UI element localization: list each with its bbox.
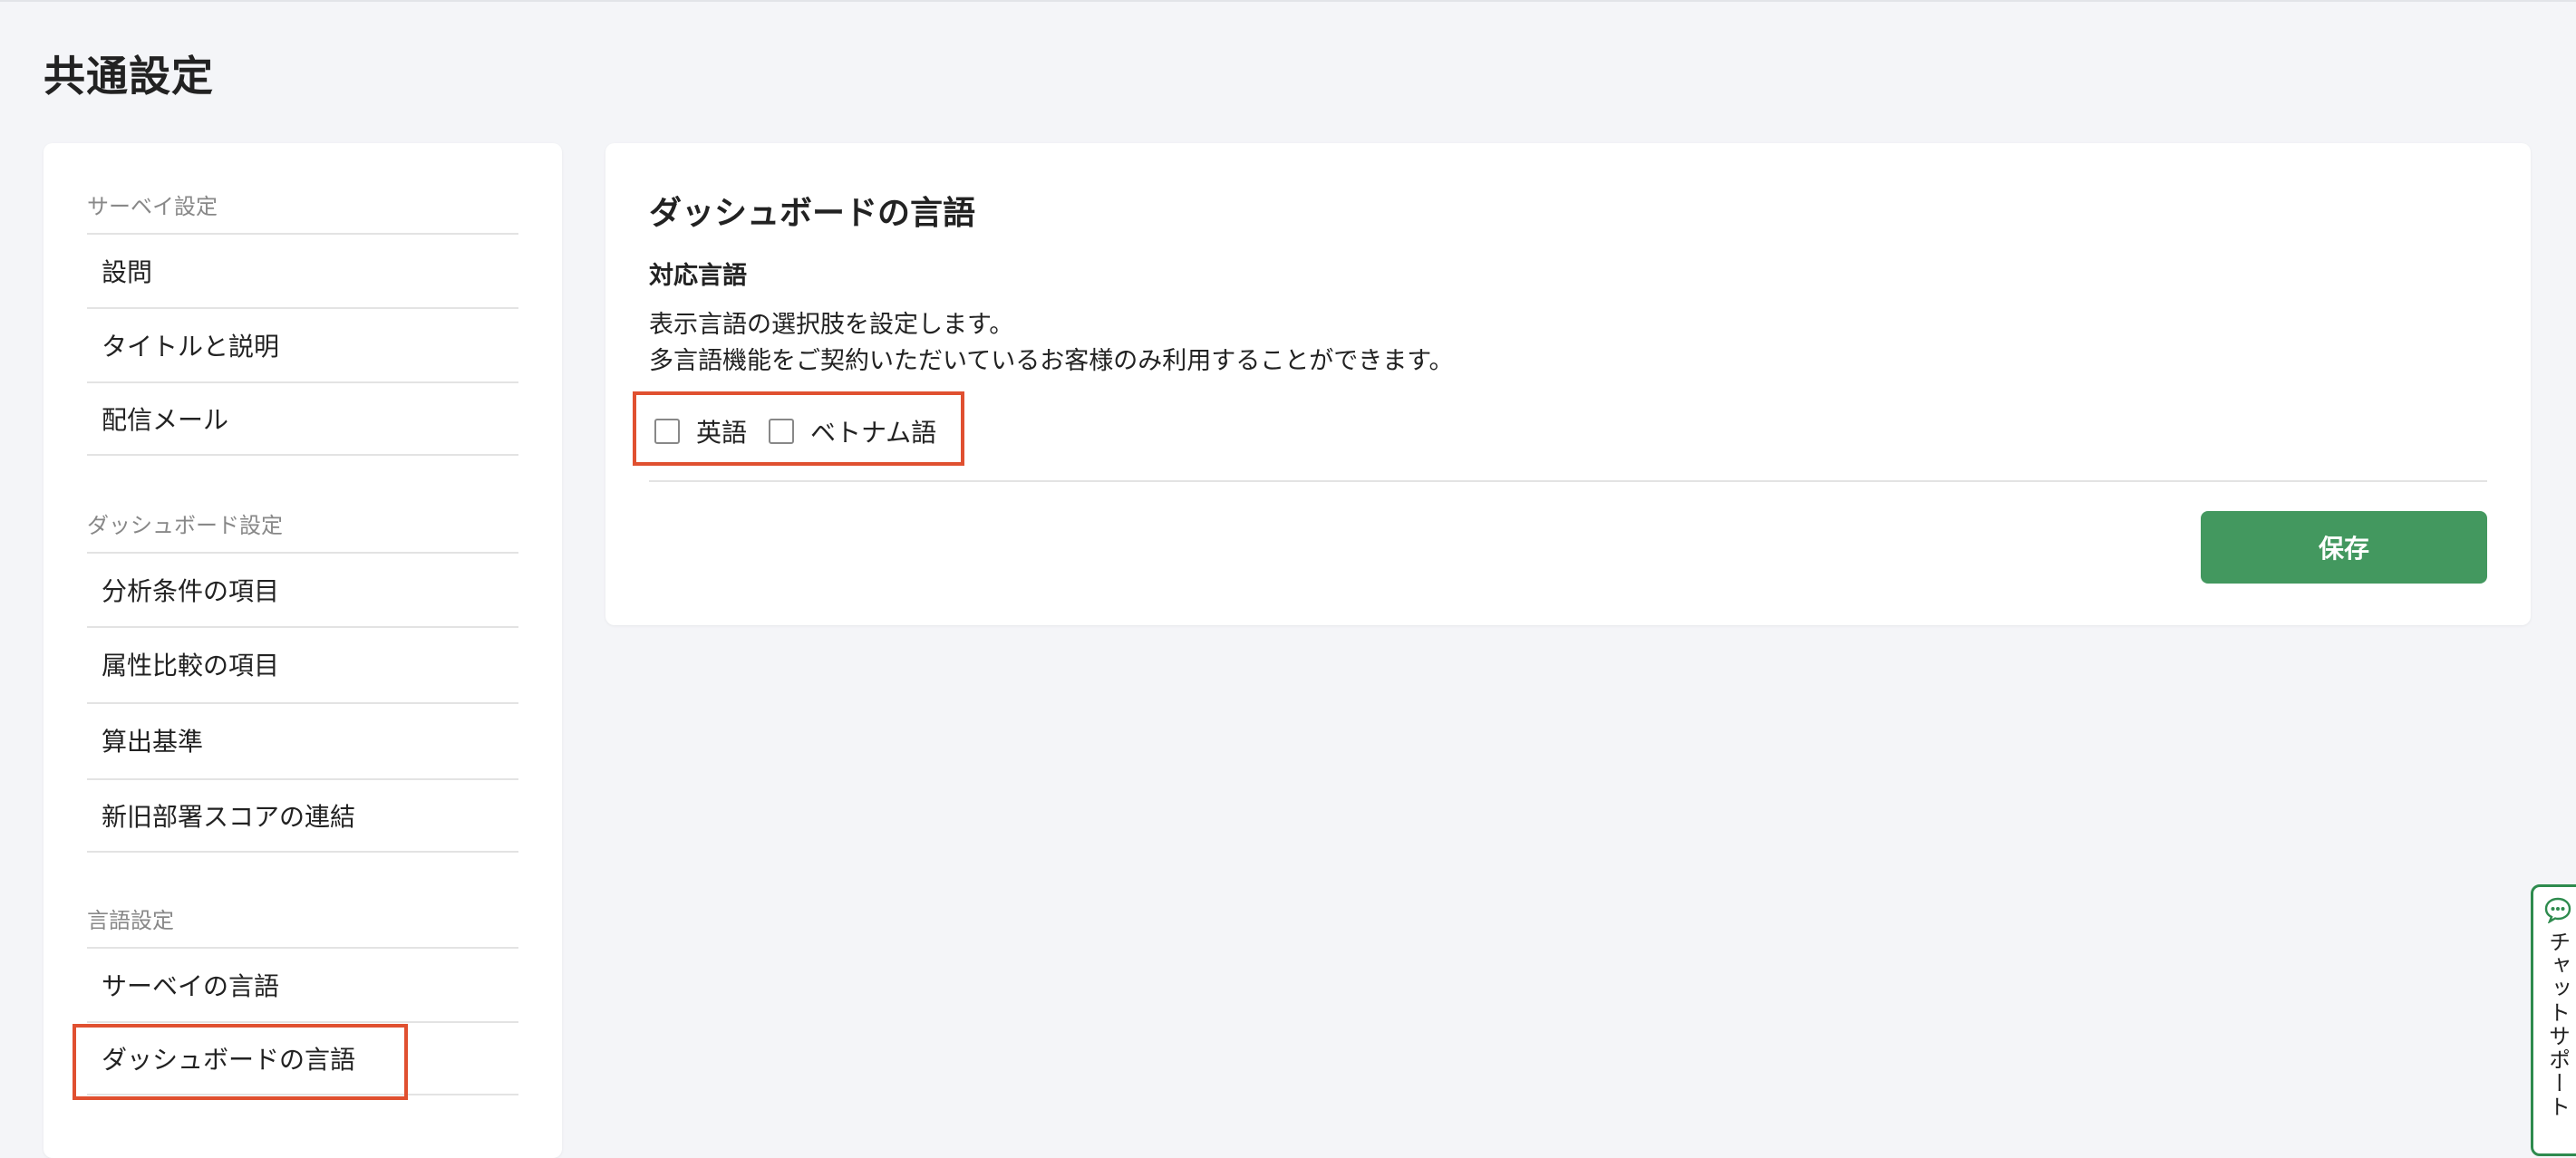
vietnamese-checkbox[interactable] <box>769 419 795 444</box>
vietnamese-label: ベトナム語 <box>810 418 937 448</box>
section-heading-dashboard: ダッシュボード設定 <box>87 513 283 538</box>
settings-sidebar: サーベイ設定 設問 タイトルと説明 配信メール ダッシュボード設定 分析条件の項… <box>44 143 562 1158</box>
dashboard-language-card: ダッシュボードの言語 対応言語 表示言語の選択肢を設定します。 多言語機能をご契… <box>605 143 2531 625</box>
chat-support-tab[interactable]: チャットサポート <box>2531 884 2576 1156</box>
description-line-2: 多言語機能をご契約いただいているお客様のみ利用することができます。 <box>649 347 1454 375</box>
sidebar-item-survey-language[interactable]: サーベイの言語 <box>87 947 518 1021</box>
divider <box>649 480 2487 482</box>
chat-support-label: チャットサポート <box>2544 931 2571 1119</box>
sidebar-item-questions[interactable]: 設問 <box>87 233 518 307</box>
sidebar-item-department-score-link[interactable]: 新旧部署スコアの連結 <box>87 778 518 853</box>
section-heading-survey: サーベイ設定 <box>87 194 218 219</box>
option-vietnamese[interactable]: ベトナム語 <box>769 413 936 449</box>
chat-bubble-icon <box>2544 897 2571 923</box>
top-border <box>0 0 2576 2</box>
supported-languages-label: 対応言語 <box>649 262 747 290</box>
sidebar-item-delivery-mail[interactable]: 配信メール <box>87 381 518 456</box>
description-line-1: 表示言語の選択肢を設定します。 <box>649 311 1014 339</box>
english-checkbox[interactable] <box>654 419 680 444</box>
sidebar-item-title-description[interactable]: タイトルと説明 <box>87 307 518 381</box>
language-options: 英語 ベトナム語 <box>654 413 958 449</box>
english-label: 英語 <box>696 418 748 448</box>
card-title: ダッシュボードの言語 <box>649 195 976 232</box>
save-button[interactable]: 保存 <box>2201 511 2487 584</box>
sidebar-item-analysis-conditions[interactable]: 分析条件の項目 <box>87 552 518 626</box>
sidebar-item-attribute-comparison[interactable]: 属性比較の項目 <box>87 626 518 700</box>
sidebar-item-calculation-basis[interactable]: 算出基準 <box>87 702 518 777</box>
page-title: 共通設定 <box>44 52 214 101</box>
sidebar-item-dashboard-language[interactable]: ダッシュボードの言語 <box>87 1021 518 1095</box>
option-english[interactable]: 英語 <box>654 413 747 449</box>
section-heading-language: 言語設定 <box>87 908 174 933</box>
